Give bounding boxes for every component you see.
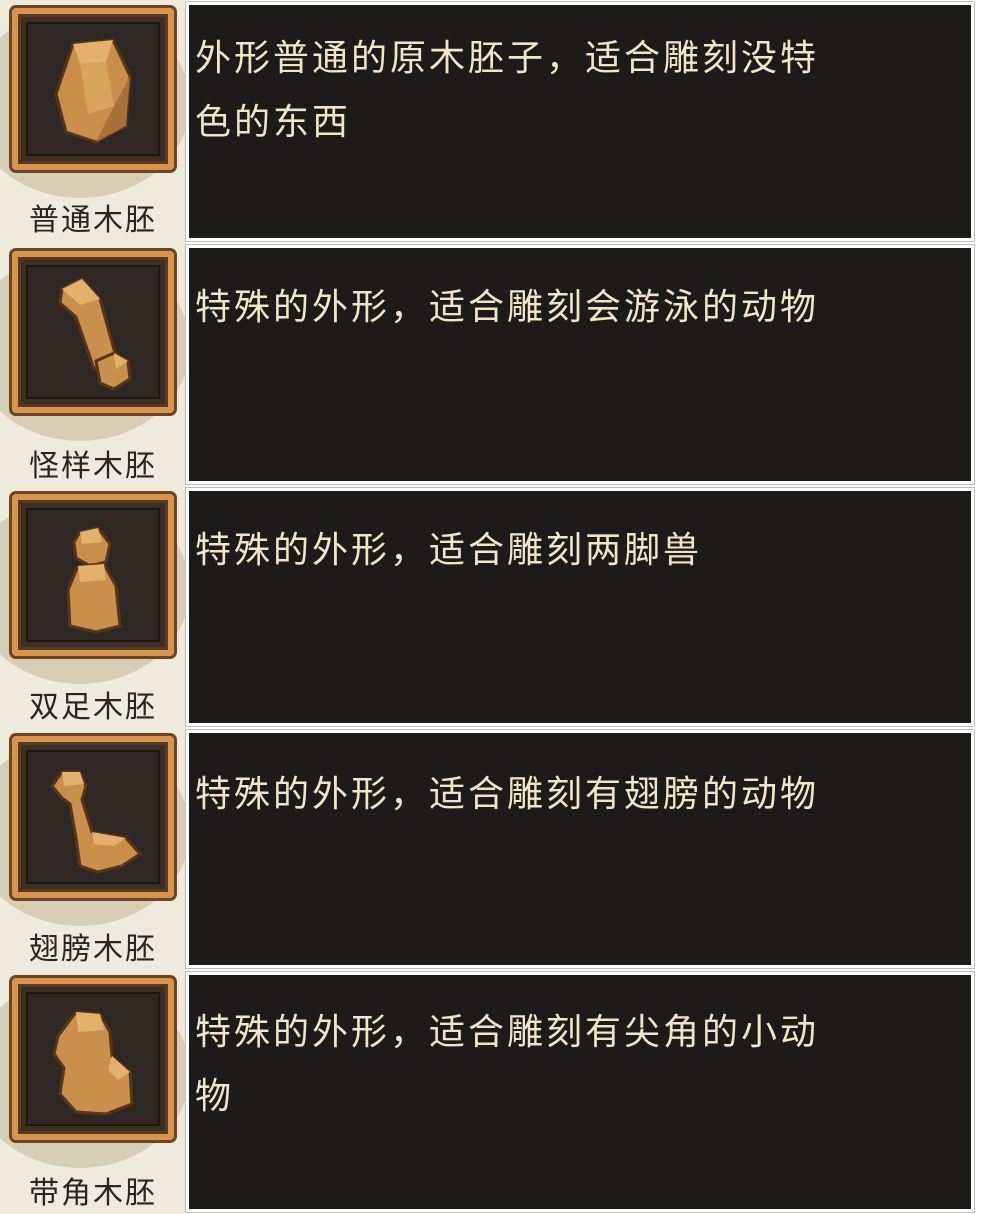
item-icon-cell: 带角木胚 bbox=[0, 970, 186, 1214]
wing-wood-blank-icon bbox=[50, 770, 143, 874]
item-description: 特殊的外形，适合雕刻有尖角的小动 物 bbox=[195, 1012, 820, 1117]
icon-frame bbox=[12, 251, 174, 413]
list-item[interactable]: 普通木胚 外形普通的原木胚子，适合雕刻没特 色的东西 bbox=[0, 0, 986, 243]
list-item[interactable]: 怪样木胚 特殊的外形，适合雕刻会游泳的动物 bbox=[0, 243, 986, 486]
icon-frame bbox=[12, 736, 174, 898]
icon-frame bbox=[12, 494, 174, 656]
item-name: 翅膀木胚 bbox=[29, 932, 157, 967]
list-item[interactable]: 双足木胚 特殊的外形，适合雕刻两脚兽 bbox=[0, 486, 986, 728]
biped-wood-blank-icon bbox=[66, 526, 122, 634]
list-item[interactable]: 带角木胚 特殊的外形，适合雕刻有尖角的小动 物 bbox=[0, 970, 986, 1214]
item-name: 怪样木胚 bbox=[29, 449, 157, 484]
horned-wood-blank-icon bbox=[52, 1010, 134, 1116]
item-icon-cell: 怪样木胚 bbox=[0, 243, 186, 486]
item-name: 带角木胚 bbox=[29, 1176, 157, 1211]
item-description: 特殊的外形，适合雕刻有翅膀的动物 bbox=[195, 774, 820, 815]
item-description: 外形普通的原木胚子，适合雕刻没特 色的东西 bbox=[195, 38, 820, 143]
item-description-box: 外形普通的原木胚子，适合雕刻没特 色的东西 bbox=[185, 1, 975, 242]
odd-wood-blank-icon bbox=[58, 277, 132, 391]
wood-blank-list: 普通木胚 外形普通的原木胚子，适合雕刻没特 色的东西 怪样木胚 特殊的外形，适合… bbox=[0, 0, 986, 1214]
item-description-box: 特殊的外形，适合雕刻会游泳的动物 bbox=[185, 244, 975, 485]
item-description-box: 特殊的外形，适合雕刻两脚兽 bbox=[185, 487, 975, 727]
item-name: 双足木胚 bbox=[29, 690, 157, 725]
item-description: 特殊的外形，适合雕刻会游泳的动物 bbox=[195, 287, 820, 328]
item-name: 普通木胚 bbox=[29, 203, 157, 238]
item-icon-cell: 双足木胚 bbox=[0, 486, 186, 728]
item-description-box: 特殊的外形，适合雕刻有尖角的小动 物 bbox=[185, 971, 975, 1213]
icon-frame bbox=[12, 8, 174, 170]
list-item[interactable]: 翅膀木胚 特殊的外形，适合雕刻有翅膀的动物 bbox=[0, 728, 986, 970]
icon-frame bbox=[12, 978, 174, 1140]
plain-wood-blank-icon bbox=[54, 38, 132, 144]
item-description: 特殊的外形，适合雕刻两脚兽 bbox=[195, 530, 703, 571]
item-icon-cell: 翅膀木胚 bbox=[0, 728, 186, 970]
item-description-box: 特殊的外形，适合雕刻有翅膀的动物 bbox=[185, 729, 975, 969]
item-icon-cell: 普通木胚 bbox=[0, 0, 186, 243]
